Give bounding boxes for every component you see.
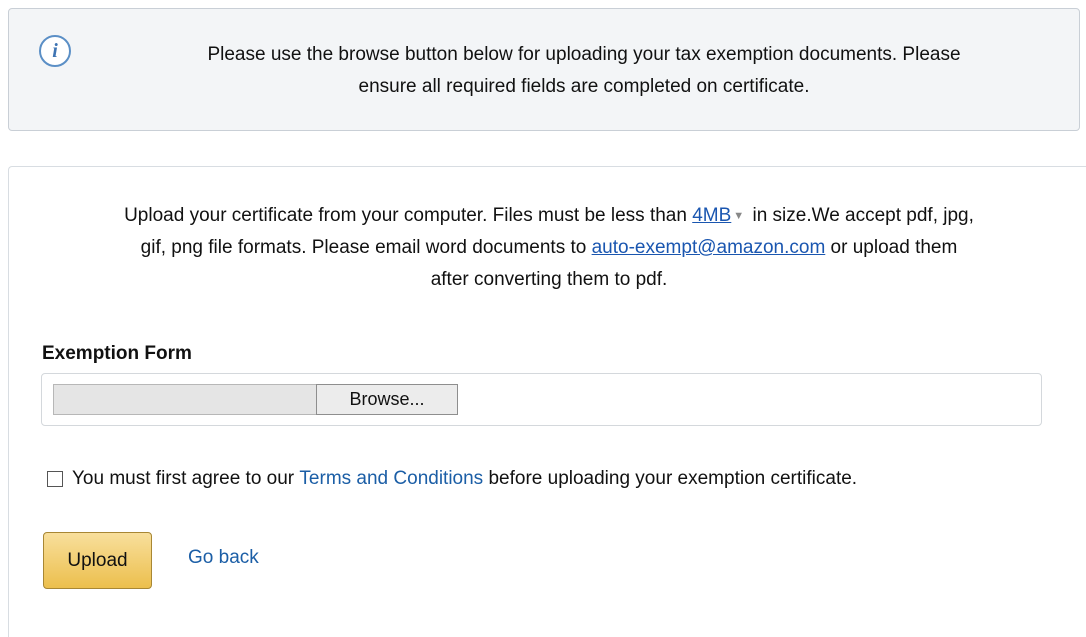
upload-instructions-text: after converting them to pdf. — [430, 269, 668, 290]
upload-button[interactable]: Upload — [43, 532, 152, 589]
info-message-line-2: ensure all required fields are completed… — [358, 76, 810, 97]
terms-checkbox[interactable] — [47, 471, 63, 487]
terms-text: You must first agree to our — [72, 468, 295, 489]
terms-and-conditions-link[interactable]: Terms and Conditions — [299, 468, 483, 490]
info-alert: i Please use the browse button below for… — [8, 8, 1080, 131]
upload-instructions-text: in size.We accept pdf, jpg, — [747, 205, 974, 226]
upload-instructions-text: gif, png file formats. Please email word… — [140, 237, 592, 258]
file-path-display[interactable] — [53, 384, 316, 415]
caret-down-icon[interactable]: ▼ — [733, 200, 744, 232]
terms-text: before uploading your exemption certific… — [488, 468, 858, 489]
info-icon: i — [39, 35, 71, 67]
upload-instructions-text: or upload them — [825, 237, 958, 258]
info-message-line-1: Please use the browse button below for u… — [207, 44, 961, 65]
upload-panel: Upload your certificate from your comput… — [8, 166, 1086, 637]
terms-agreement-row: You must first agree to our Terms and Co… — [47, 464, 857, 494]
exemption-form-label: Exemption Form — [42, 343, 192, 364]
tax-exemption-upload-page: i Please use the browse button below for… — [0, 0, 1086, 637]
file-size-limit-link[interactable]: 4MB — [692, 205, 731, 226]
email-link[interactable]: auto-exempt@amazon.com — [592, 237, 826, 258]
info-message: Please use the browse button below for u… — [119, 39, 1049, 103]
upload-instructions-text: Upload your certificate from your comput… — [124, 205, 693, 226]
browse-button[interactable]: Browse... — [316, 384, 458, 415]
file-input-field: Browse... — [41, 373, 1042, 426]
upload-instructions: Upload your certificate from your comput… — [29, 200, 1069, 296]
go-back-link[interactable]: Go back — [188, 547, 259, 569]
